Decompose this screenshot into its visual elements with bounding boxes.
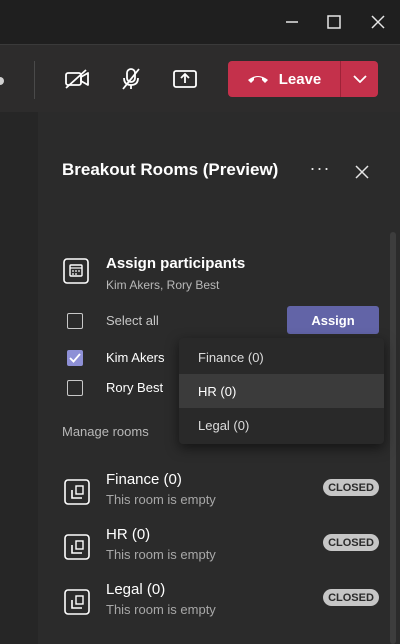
leave-main[interactable]: Leave bbox=[228, 61, 340, 97]
dropdown-option-legal[interactable]: Legal (0) bbox=[179, 408, 384, 442]
room-item-hr[interactable]: HR (0) This room is empty CLOSED bbox=[62, 526, 382, 570]
title-bar bbox=[0, 0, 400, 44]
room-name: Finance (0) bbox=[106, 471, 182, 488]
assign-participants-title: Assign participants bbox=[106, 255, 246, 272]
room-item-finance[interactable]: Finance (0) This room is empty CLOSED bbox=[62, 471, 382, 515]
minimize-icon[interactable] bbox=[280, 10, 304, 34]
panel-title: Breakout Rooms (Preview) bbox=[62, 160, 279, 179]
manage-rooms-label: Manage rooms bbox=[62, 424, 149, 439]
leave-button[interactable]: Leave bbox=[228, 61, 378, 97]
mic-off-icon[interactable] bbox=[116, 65, 146, 93]
status-badge: CLOSED bbox=[323, 534, 379, 551]
maximize-icon[interactable] bbox=[322, 10, 346, 34]
toolbar-divider bbox=[34, 61, 35, 99]
status-badge: CLOSED bbox=[323, 479, 379, 496]
assign-participants-subtitle: Kim Akers, Rory Best bbox=[106, 278, 220, 292]
scrollbar[interactable] bbox=[390, 232, 396, 644]
checkmark-icon bbox=[69, 353, 81, 363]
dropdown-option-hr[interactable]: HR (0) bbox=[179, 374, 384, 408]
close-icon[interactable] bbox=[366, 10, 390, 34]
assign-participants-icon bbox=[62, 257, 90, 285]
select-all-label: Select all bbox=[106, 313, 159, 328]
panel-close-icon[interactable] bbox=[352, 162, 372, 182]
room-item-legal[interactable]: Legal (0) This room is empty CLOSED bbox=[62, 581, 382, 625]
room-icon bbox=[62, 587, 92, 617]
select-all-checkbox[interactable] bbox=[67, 313, 83, 329]
more-dot-icon[interactable] bbox=[0, 77, 4, 85]
room-assign-dropdown: Finance (0) HR (0) Legal (0) bbox=[179, 338, 384, 444]
assign-button[interactable]: Assign bbox=[287, 306, 379, 334]
room-icon bbox=[62, 477, 92, 507]
participant-name: Kim Akers bbox=[106, 350, 165, 365]
camera-off-icon[interactable] bbox=[62, 65, 92, 93]
room-name: Legal (0) bbox=[106, 581, 166, 598]
room-name: HR (0) bbox=[106, 526, 151, 543]
room-icon bbox=[62, 532, 92, 562]
chevron-down-icon[interactable] bbox=[341, 61, 378, 97]
phone-hangup-icon bbox=[247, 76, 268, 83]
room-status: This room is empty bbox=[106, 547, 216, 562]
room-status: This room is empty bbox=[106, 602, 216, 617]
participant-checkbox-kim-akers[interactable] bbox=[67, 350, 83, 366]
status-badge: CLOSED bbox=[323, 589, 379, 606]
dropdown-option-finance[interactable]: Finance (0) bbox=[179, 340, 384, 374]
more-options-icon[interactable]: ··· bbox=[308, 159, 332, 180]
leave-label: Leave bbox=[278, 70, 322, 88]
participant-name: Rory Best bbox=[106, 380, 164, 395]
room-status: This room is empty bbox=[106, 492, 216, 507]
meeting-stage bbox=[0, 112, 38, 644]
participant-checkbox-rory-best[interactable] bbox=[67, 380, 83, 396]
share-screen-icon[interactable] bbox=[170, 65, 200, 93]
